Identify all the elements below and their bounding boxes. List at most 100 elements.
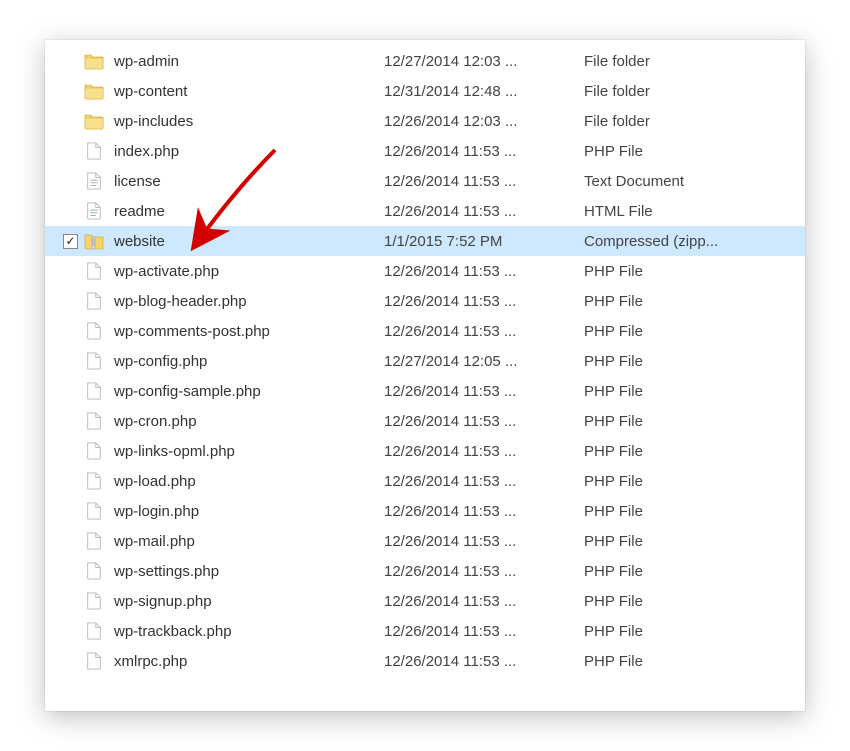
file-row[interactable]: ✓ website 1/1/2015 7:52 PM Compressed (z… — [45, 226, 805, 256]
file-type: PHP File — [584, 383, 795, 400]
file-date: 12/27/2014 12:05 ... — [384, 353, 584, 370]
file-row[interactable]: wp-load.php 12/26/2014 11:53 ... PHP Fil… — [45, 466, 805, 496]
file-name: wp-admin — [114, 53, 179, 70]
file-row[interactable]: wp-mail.php 12/26/2014 11:53 ... PHP Fil… — [45, 526, 805, 556]
file-name: website — [114, 233, 165, 250]
file-type: HTML File — [584, 203, 795, 220]
file-type: PHP File — [584, 623, 795, 640]
file-type: PHP File — [584, 653, 795, 670]
file-name: wp-includes — [114, 113, 193, 130]
file-name: xmlrpc.php — [114, 653, 187, 670]
file-icon — [84, 471, 104, 491]
file-type: File folder — [584, 53, 795, 70]
file-explorer-window: wp-admin 12/27/2014 12:03 ... File folde… — [45, 40, 805, 711]
file-row[interactable]: wp-links-opml.php 12/26/2014 11:53 ... P… — [45, 436, 805, 466]
file-icon — [84, 321, 104, 341]
file-icon — [84, 531, 104, 551]
file-type: Compressed (zipp... — [584, 233, 795, 250]
file-row[interactable]: wp-blog-header.php 12/26/2014 11:53 ... … — [45, 286, 805, 316]
file-type: PHP File — [584, 323, 795, 340]
file-row[interactable]: wp-config-sample.php 12/26/2014 11:53 ..… — [45, 376, 805, 406]
file-icon — [84, 141, 104, 161]
file-icon — [84, 291, 104, 311]
file-date: 12/26/2014 11:53 ... — [384, 293, 584, 310]
file-row[interactable]: wp-trackback.php 12/26/2014 11:53 ... PH… — [45, 616, 805, 646]
file-row[interactable]: index.php 12/26/2014 11:53 ... PHP File — [45, 136, 805, 166]
file-date: 12/26/2014 11:53 ... — [384, 563, 584, 580]
file-type: Text Document — [584, 173, 795, 190]
file-type: PHP File — [584, 143, 795, 160]
file-date: 12/26/2014 11:53 ... — [384, 443, 584, 460]
file-row[interactable]: readme 12/26/2014 11:53 ... HTML File — [45, 196, 805, 226]
file-name: readme — [114, 203, 165, 220]
file-row[interactable]: license 12/26/2014 11:53 ... Text Docume… — [45, 166, 805, 196]
file-type: PHP File — [584, 413, 795, 430]
file-name: wp-content — [114, 83, 187, 100]
file-date: 12/26/2014 11:53 ... — [384, 173, 584, 190]
file-type: PHP File — [584, 353, 795, 370]
file-type: PHP File — [584, 263, 795, 280]
file-type: File folder — [584, 83, 795, 100]
file-icon — [84, 501, 104, 521]
file-date: 12/26/2014 11:53 ... — [384, 203, 584, 220]
file-date: 12/26/2014 11:53 ... — [384, 623, 584, 640]
file-name: wp-signup.php — [114, 593, 212, 610]
file-icon — [84, 591, 104, 611]
text-icon — [84, 171, 104, 191]
file-name: wp-activate.php — [114, 263, 219, 280]
file-type: PHP File — [584, 593, 795, 610]
file-date: 12/26/2014 11:53 ... — [384, 473, 584, 490]
file-icon — [84, 261, 104, 281]
file-row[interactable]: wp-comments-post.php 12/26/2014 11:53 ..… — [45, 316, 805, 346]
file-type: PHP File — [584, 563, 795, 580]
file-list[interactable]: wp-admin 12/27/2014 12:03 ... File folde… — [45, 40, 805, 682]
file-date: 12/26/2014 11:53 ... — [384, 263, 584, 280]
file-row[interactable]: wp-includes 12/26/2014 12:03 ... File fo… — [45, 106, 805, 136]
file-date: 12/26/2014 11:53 ... — [384, 653, 584, 670]
file-name: wp-trackback.php — [114, 623, 232, 640]
file-icon — [84, 651, 104, 671]
folder-icon — [84, 51, 104, 71]
folder-icon — [84, 111, 104, 131]
file-date: 12/26/2014 11:53 ... — [384, 143, 584, 160]
file-date: 12/26/2014 11:53 ... — [384, 593, 584, 610]
file-row[interactable]: wp-config.php 12/27/2014 12:05 ... PHP F… — [45, 346, 805, 376]
file-row[interactable]: wp-login.php 12/26/2014 11:53 ... PHP Fi… — [45, 496, 805, 526]
file-row[interactable]: wp-settings.php 12/26/2014 11:53 ... PHP… — [45, 556, 805, 586]
file-date: 12/26/2014 12:03 ... — [384, 113, 584, 130]
file-name: wp-config-sample.php — [114, 383, 261, 400]
file-name: wp-load.php — [114, 473, 196, 490]
file-name: wp-blog-header.php — [114, 293, 247, 310]
file-type: PHP File — [584, 443, 795, 460]
file-date: 12/26/2014 11:53 ... — [384, 383, 584, 400]
file-date: 12/26/2014 11:53 ... — [384, 323, 584, 340]
file-name: index.php — [114, 143, 179, 160]
file-icon — [84, 621, 104, 641]
file-date: 12/27/2014 12:03 ... — [384, 53, 584, 70]
file-date: 12/26/2014 11:53 ... — [384, 503, 584, 520]
file-name: wp-cron.php — [114, 413, 197, 430]
file-row[interactable]: wp-activate.php 12/26/2014 11:53 ... PHP… — [45, 256, 805, 286]
file-row[interactable]: wp-signup.php 12/26/2014 11:53 ... PHP F… — [45, 586, 805, 616]
file-name: license — [114, 173, 161, 190]
file-row[interactable]: wp-content 12/31/2014 12:48 ... File fol… — [45, 76, 805, 106]
file-icon — [84, 561, 104, 581]
file-name: wp-config.php — [114, 353, 207, 370]
file-icon — [84, 441, 104, 461]
file-type: PHP File — [584, 293, 795, 310]
file-name: wp-settings.php — [114, 563, 219, 580]
file-name: wp-comments-post.php — [114, 323, 270, 340]
file-date: 12/26/2014 11:53 ... — [384, 413, 584, 430]
row-checkbox[interactable]: ✓ — [63, 234, 78, 249]
file-icon — [84, 411, 104, 431]
file-type: PHP File — [584, 473, 795, 490]
zip-icon — [84, 231, 104, 251]
text-icon — [84, 201, 104, 221]
file-row[interactable]: wp-admin 12/27/2014 12:03 ... File folde… — [45, 46, 805, 76]
folder-icon — [84, 81, 104, 101]
file-row[interactable]: wp-cron.php 12/26/2014 11:53 ... PHP Fil… — [45, 406, 805, 436]
file-date: 1/1/2015 7:52 PM — [384, 233, 584, 250]
file-date: 12/31/2014 12:48 ... — [384, 83, 584, 100]
file-type: PHP File — [584, 533, 795, 550]
file-row[interactable]: xmlrpc.php 12/26/2014 11:53 ... PHP File — [45, 646, 805, 676]
